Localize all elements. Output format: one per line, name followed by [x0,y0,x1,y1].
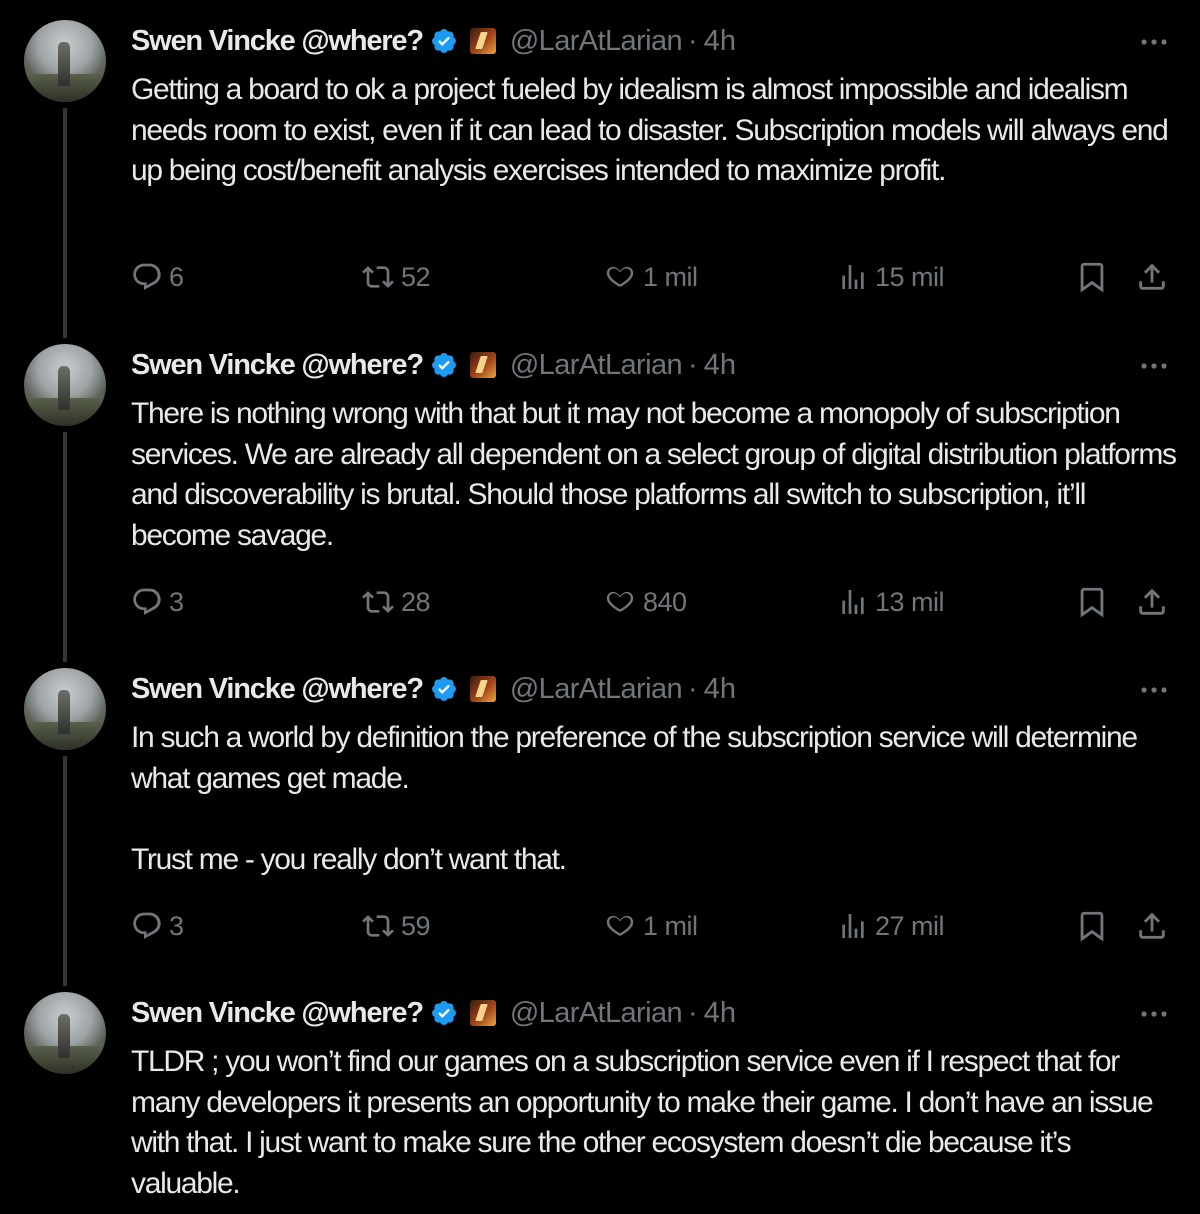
more-options-button[interactable] [1136,348,1172,384]
like-button[interactable]: 1 mil [603,906,698,946]
views-icon [842,590,864,614]
views-icon [842,265,864,289]
bookmark-button[interactable] [1075,257,1109,297]
avatar[interactable] [24,344,106,426]
avatar[interactable] [24,992,106,1074]
author-handle[interactable]: @LarAtLarian [510,997,683,1030]
share-button[interactable] [1135,906,1169,946]
larian-affiliate-badge-icon[interactable] [469,1000,496,1026]
heart-icon [606,266,634,287]
author-name[interactable]: Swen Vincke @where? [131,673,424,706]
reply-button[interactable]: 3 [131,906,184,946]
tweet-thread: Swen Vincke @where? @LarAtLarian · 4h Ge… [0,0,1200,1214]
tweet-time[interactable]: 4h [704,673,736,706]
repost-icon [362,266,394,288]
heart-icon [606,915,634,936]
like-button[interactable]: 1 mil [603,257,698,297]
tweet-header: Swen Vincke @where? @LarAtLarian · 4h [131,347,736,383]
repost-count: 52 [401,261,431,292]
reply-button[interactable]: 3 [131,582,184,622]
larian-affiliate-badge-icon[interactable] [469,676,496,702]
thread-connector [63,756,67,986]
reply-button[interactable]: 6 [131,257,184,297]
share-icon [1139,588,1165,615]
tweet-time[interactable]: 4h [704,25,736,58]
reply-icon [133,263,161,290]
repost-count: 59 [401,910,431,941]
views-count: 13 mil [875,586,945,617]
tweet-actions: 3 59 1 mil 27 mil [131,906,1181,946]
verified-badge-icon [431,677,456,701]
tweet-actions: 3 28 840 13 mil [131,582,1181,622]
author-name[interactable]: Swen Vincke @where? [131,997,424,1030]
bookmark-button[interactable] [1075,582,1109,622]
tweet-header: Swen Vincke @where? @LarAtLarian · 4h [131,23,736,59]
share-button[interactable] [1135,582,1169,622]
bookmark-icon [1080,262,1104,293]
reply-count: 3 [169,910,184,941]
bookmark-icon [1080,911,1104,942]
more-options-icon [1141,687,1167,693]
views-button[interactable]: 15 mil [837,257,945,297]
views-count: 15 mil [875,261,945,292]
views-button[interactable]: 13 mil [837,582,945,622]
verified-badge-icon [431,1001,456,1025]
reply-count: 3 [169,586,184,617]
avatar[interactable] [24,668,106,750]
larian-affiliate-badge-icon[interactable] [469,352,496,378]
avatar[interactable] [24,20,106,102]
share-icon [1139,912,1165,939]
share-icon [1139,263,1165,290]
like-count: 1 mil [643,261,698,292]
repost-button[interactable]: 52 [361,257,431,297]
bookmark-button[interactable] [1075,906,1109,946]
tweet-time[interactable]: 4h [704,349,736,382]
author-handle[interactable]: @LarAtLarian [510,349,683,382]
separator-dot: · [688,24,698,57]
views-count: 27 mil [875,910,945,941]
thread-connector [63,432,67,662]
more-options-button[interactable] [1136,672,1172,708]
tweet-text: TLDR ; you won’t find our games on a sub… [131,1045,1154,1200]
share-button[interactable] [1135,257,1169,297]
heart-icon [606,591,634,612]
like-button[interactable]: 840 [603,582,687,622]
reply-icon [133,912,161,939]
more-options-icon [1141,363,1167,369]
repost-icon [362,915,394,937]
larian-affiliate-badge-icon[interactable] [469,28,496,54]
tweet-text: In such a world by definition the prefer… [131,721,1138,876]
reply-count: 6 [169,261,184,292]
repost-icon [362,591,394,613]
bookmark-icon [1080,587,1104,618]
separator-dot: · [688,348,698,381]
more-options-icon [1141,1011,1167,1017]
separator-dot: · [688,996,698,1029]
views-button[interactable]: 27 mil [837,906,945,946]
more-options-icon [1141,39,1167,45]
tweet-actions: 6 52 1 mil 15 mil [131,257,1181,297]
author-name[interactable]: Swen Vincke @where? [131,25,424,58]
author-name[interactable]: Swen Vincke @where? [131,349,424,382]
repost-button[interactable]: 59 [361,906,431,946]
repost-button[interactable]: 28 [361,582,431,622]
reply-icon [133,588,161,615]
tweet-header: Swen Vincke @where? @LarAtLarian · 4h [131,671,736,707]
tweet-header: Swen Vincke @where? @LarAtLarian · 4h [131,995,736,1031]
separator-dot: · [688,672,698,705]
more-options-button[interactable] [1136,24,1172,60]
verified-badge-icon [431,29,456,53]
tweet-text: Getting a board to ok a project fueled b… [131,73,1169,187]
author-handle[interactable]: @LarAtLarian [510,673,683,706]
more-options-button[interactable] [1136,996,1172,1032]
tweet-text: There is nothing wrong with that but it … [131,397,1177,552]
thread-connector [63,108,67,338]
tweet-time[interactable]: 4h [704,997,736,1030]
views-icon [842,914,864,938]
like-count: 1 mil [643,910,698,941]
repost-count: 28 [401,586,431,617]
author-handle[interactable]: @LarAtLarian [510,25,683,58]
verified-badge-icon [431,353,456,377]
like-count: 840 [643,586,687,617]
